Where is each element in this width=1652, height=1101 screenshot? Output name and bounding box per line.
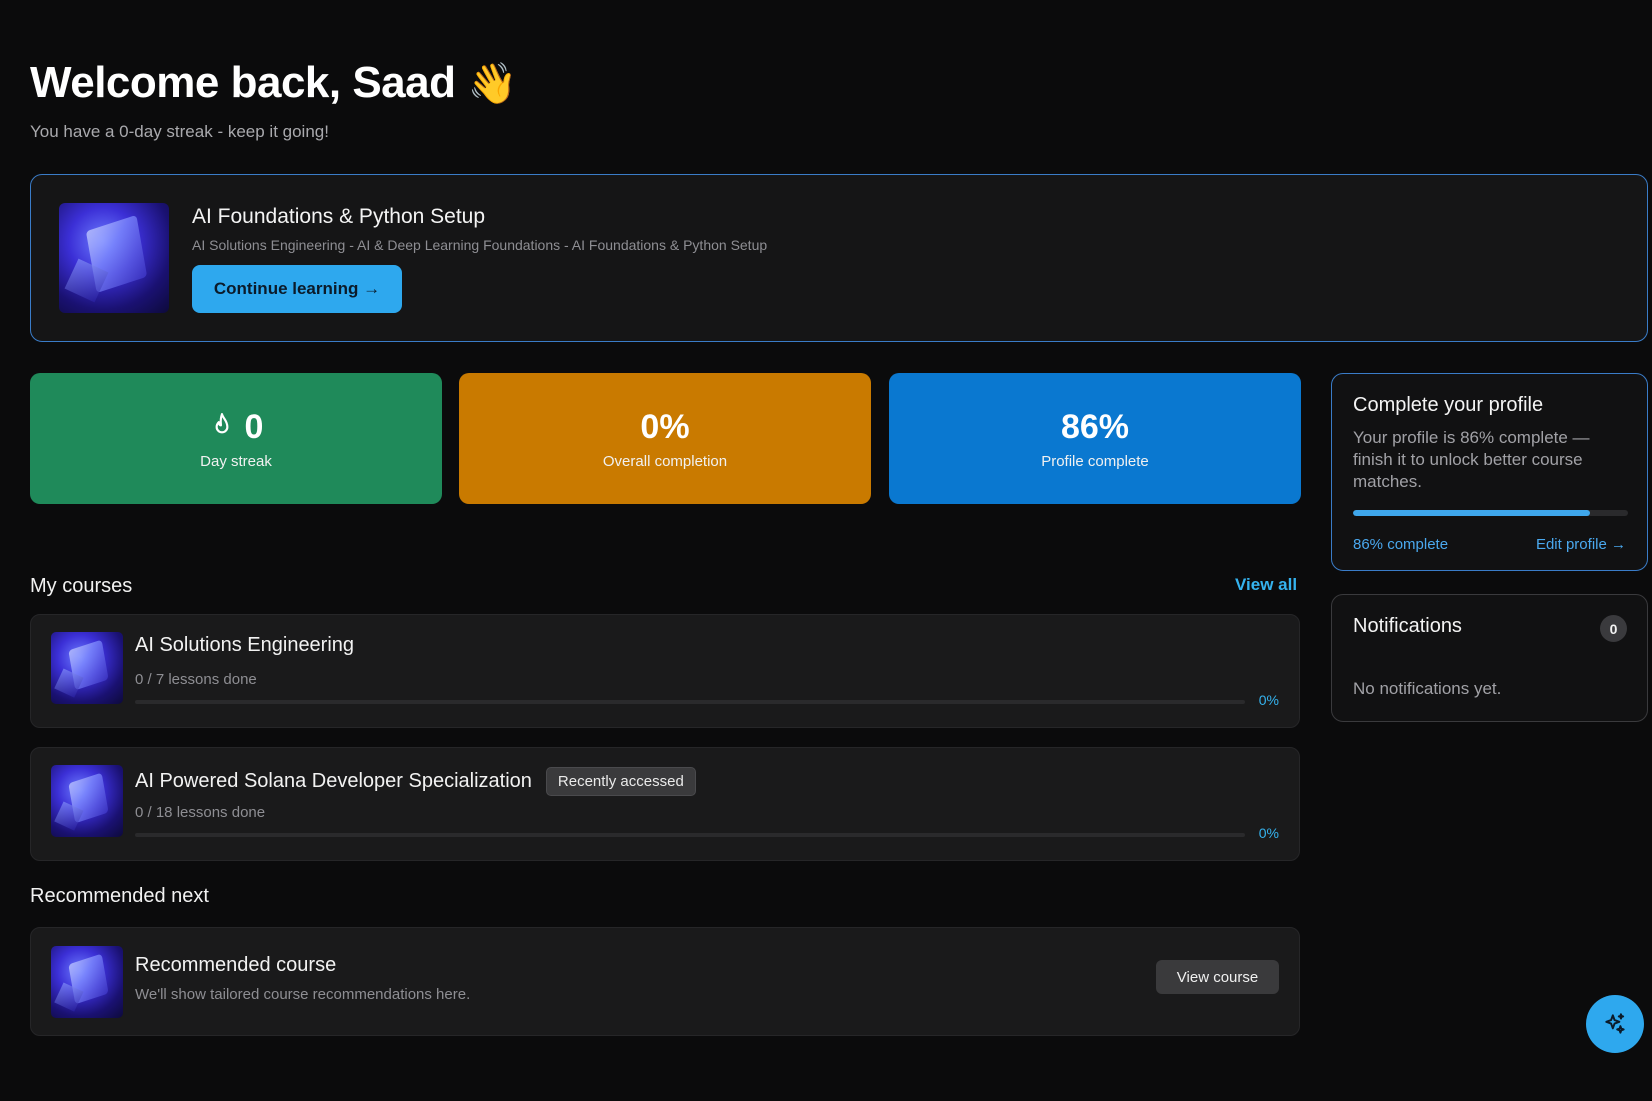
recommended-course-card: Recommended course We'll show tailored c… [30, 927, 1300, 1036]
course-thumbnail [59, 203, 169, 313]
course-progress-percent: 0% [1258, 692, 1279, 708]
ai-assistant-button[interactable] [1586, 995, 1644, 1053]
page-title: Welcome back, Saad 👋 [30, 58, 517, 108]
view-all-link[interactable]: View all [1235, 575, 1297, 595]
profile-progress-fill [1353, 510, 1590, 516]
view-course-button[interactable]: View course [1156, 960, 1279, 994]
stat-profile-complete: 86% Profile complete [889, 373, 1301, 504]
continue-course-path: AI Solutions Engineering - AI & Deep Lea… [192, 237, 768, 253]
course-progress-bar [135, 833, 1245, 837]
notifications-title: Notifications [1353, 615, 1462, 637]
recommended-course-title: Recommended course [135, 954, 337, 976]
course-progress-percent: 0% [1258, 825, 1279, 841]
notifications-count-badge: 0 [1600, 615, 1627, 642]
course-title: AI Powered Solana Developer Specializati… [135, 770, 532, 792]
stat-overall-completion: 0% Overall completion [459, 373, 871, 504]
recommended-course-subtitle: We'll show tailored course recommendatio… [135, 986, 471, 1003]
course-card[interactable]: AI Solutions Engineering 0 / 7 lessons d… [30, 614, 1300, 728]
course-card[interactable]: AI Powered Solana Developer Specializati… [30, 747, 1300, 861]
recently-accessed-badge: Recently accessed [545, 767, 696, 796]
streak-subtitle: You have a 0-day streak - keep it going! [30, 122, 329, 141]
notifications-empty-text: No notifications yet. [1353, 679, 1502, 698]
welcome-text: Welcome back, Saad [30, 58, 456, 107]
continue-course-title: AI Foundations & Python Setup [192, 205, 486, 228]
profile-value: 86% [1060, 407, 1130, 446]
profile-label: Profile complete [1041, 452, 1149, 470]
my-courses-heading: My courses [30, 575, 133, 597]
dashboard-page: Welcome back, Saad 👋 You have a 0-day st… [0, 0, 1652, 1101]
flame-icon [215, 413, 228, 434]
course-progress-bar [135, 700, 1245, 704]
streak-label: Day streak [200, 452, 272, 470]
course-thumbnail [51, 632, 123, 704]
completion-label: Overall completion [602, 452, 728, 470]
course-lessons-count: 0 / 18 lessons done [135, 804, 266, 821]
complete-profile-card: Complete your profile Your profile is 86… [1331, 373, 1648, 571]
course-lessons-count: 0 / 7 lessons done [135, 671, 257, 688]
continue-learning-button[interactable]: Continue learning → [192, 265, 402, 313]
edit-profile-link[interactable]: Edit profile → [1536, 536, 1626, 553]
notifications-card: Notifications 0 No notifications yet. [1331, 594, 1648, 722]
continue-learning-card: AI Foundations & Python Setup AI Solutio… [30, 174, 1648, 342]
profile-progress-label: 86% complete [1353, 536, 1449, 553]
course-thumbnail [51, 946, 123, 1018]
course-thumbnail [51, 765, 123, 837]
profile-card-description: Your profile is 86% complete — finish it… [1353, 428, 1590, 491]
recommended-heading: Recommended next [30, 885, 209, 907]
sparkle-icon [1605, 1013, 1625, 1034]
course-title: AI Solutions Engineering [135, 634, 355, 656]
streak-value: 0 [244, 407, 264, 446]
profile-progress-bar [1353, 510, 1628, 516]
wave-icon: 👋 [467, 61, 518, 106]
stat-day-streak: 0 Day streak [30, 373, 442, 504]
profile-card-title: Complete your profile [1353, 394, 1544, 416]
completion-value: 0% [640, 407, 690, 446]
